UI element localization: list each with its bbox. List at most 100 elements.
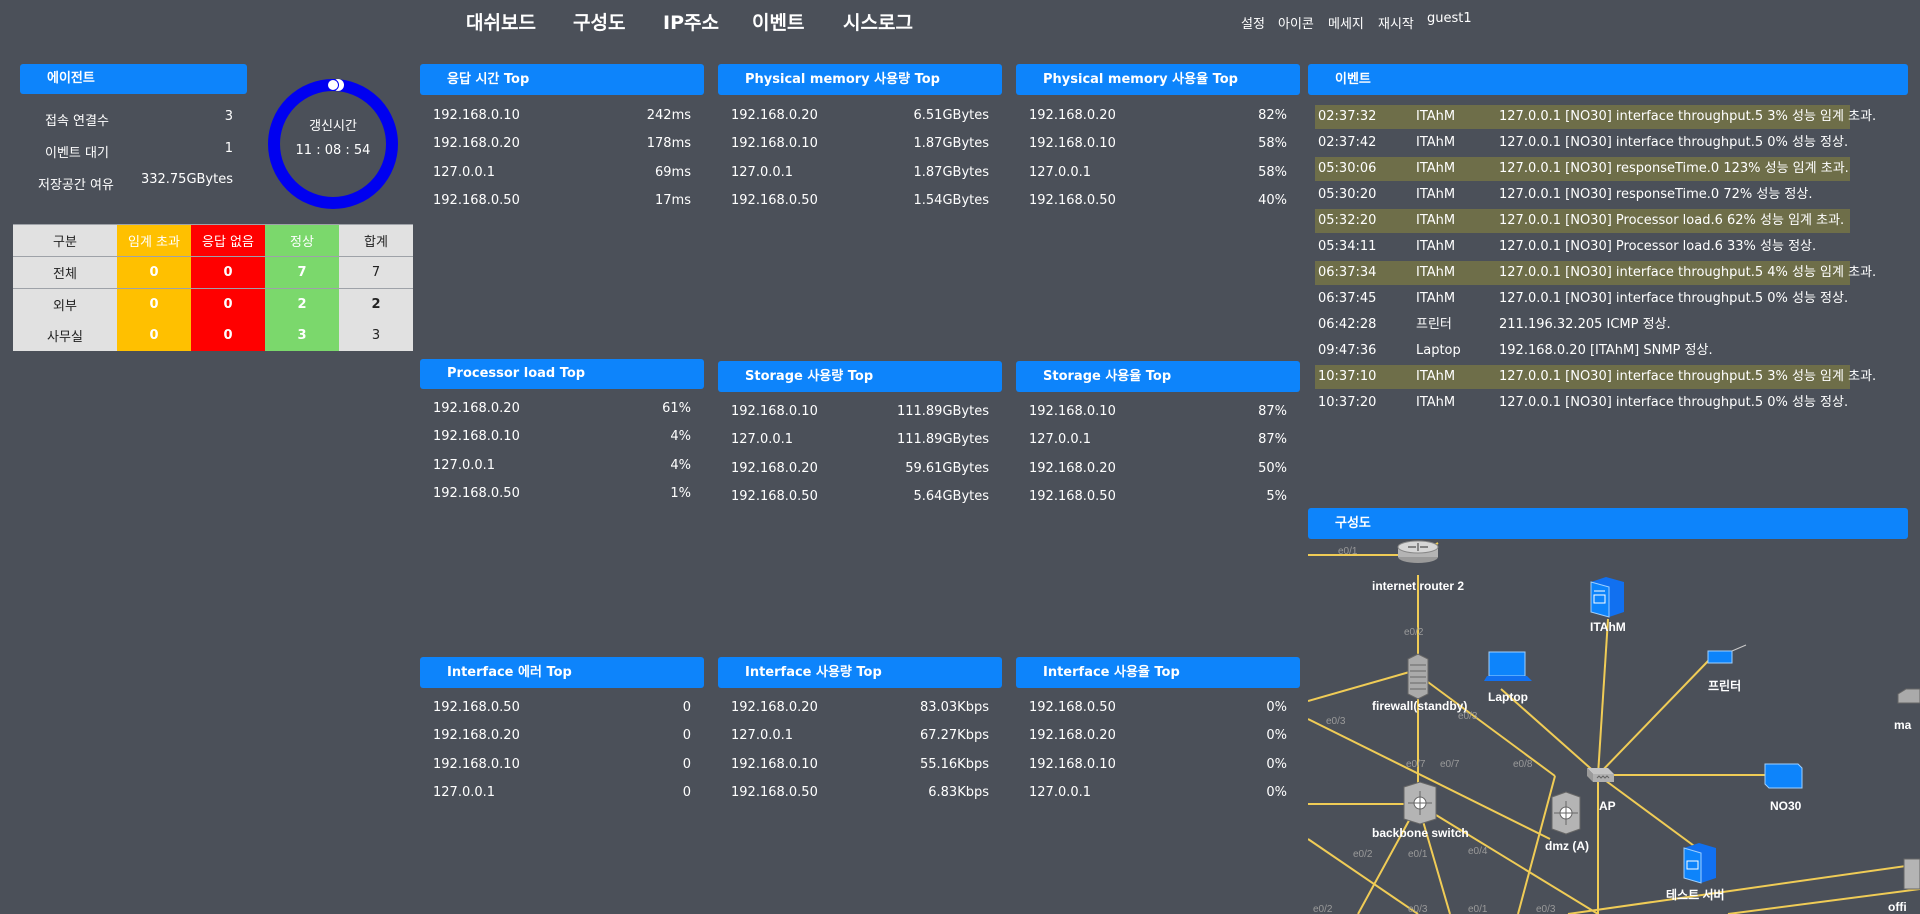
nav-events[interactable]: 이벤트: [752, 8, 804, 35]
list-item[interactable]: 192.168.0.10 58%: [1029, 136, 1287, 156]
list-item[interactable]: 127.0.0.1 4%: [433, 458, 691, 478]
list-item[interactable]: 127.0.0.1 69ms: [433, 165, 691, 185]
list-item[interactable]: 192.168.0.20 0%: [1029, 728, 1287, 748]
event-row[interactable]: 10:37:20 ITAhM 127.0.0.1 [NO30] interface …: [1315, 391, 1850, 415]
list-item[interactable]: 192.168.0.50 6.83Kbps: [731, 785, 989, 805]
nav-topology[interactable]: 구성도: [573, 8, 625, 35]
event-row[interactable]: 05:32:20 ITAhM 127.0.0.1 [NO30] Processor …: [1315, 209, 1850, 233]
switch-icon[interactable]: [1551, 791, 1581, 835]
table-row[interactable]: 사무실 0 0 3 3: [13, 320, 413, 351]
no-response-count[interactable]: 0: [191, 320, 265, 351]
list-item[interactable]: 127.0.0.1 67.27Kbps: [731, 728, 989, 748]
list-item[interactable]: 192.168.0.10 87%: [1029, 404, 1287, 424]
critical-count[interactable]: 0: [117, 256, 191, 289]
access-point-icon[interactable]: [1587, 768, 1614, 782]
event-row[interactable]: 05:30:06 ITAhM 127.0.0.1 [NO30] responseTi…: [1315, 157, 1850, 181]
list-item[interactable]: 192.168.0.20 6.51GBytes: [731, 108, 989, 128]
normal-count[interactable]: 7: [265, 256, 339, 289]
storage-used-header: Storage 사용량 Top: [718, 361, 1002, 392]
list-item[interactable]: 192.168.0.20 50%: [1029, 461, 1287, 481]
list-item[interactable]: 127.0.0.1 0: [433, 785, 691, 805]
event-row[interactable]: 02:37:42 ITAhM 127.0.0.1 [NO30] interface …: [1315, 131, 1850, 155]
list-item[interactable]: 127.0.0.1 111.89GBytes: [731, 432, 989, 452]
list-item[interactable]: 192.168.0.50 40%: [1029, 193, 1287, 213]
metric-value: 0: [682, 757, 691, 772]
list-item[interactable]: 192.168.0.50 17ms: [433, 193, 691, 213]
router-icon[interactable]: [1397, 540, 1439, 563]
event-source: ITAhM: [1416, 369, 1456, 384]
no-response-count[interactable]: 0: [191, 288, 265, 320]
list-item[interactable]: 192.168.0.10 4%: [433, 429, 691, 449]
list-item[interactable]: 127.0.0.1 1.87GBytes: [731, 165, 989, 185]
list-item[interactable]: 127.0.0.1 0%: [1029, 785, 1287, 805]
printer-icon[interactable]: [1707, 644, 1747, 664]
critical-count[interactable]: 0: [117, 320, 191, 351]
nav-ip-address[interactable]: IP주소: [663, 8, 719, 35]
list-item[interactable]: 192.168.0.50 5.64GBytes: [731, 489, 989, 509]
icons-link[interactable]: 아이콘: [1278, 13, 1314, 32]
critical-count[interactable]: 0: [117, 288, 191, 320]
table-row[interactable]: 전체 0 0 7 7: [13, 256, 413, 289]
settings-link[interactable]: 설정: [1241, 13, 1265, 32]
list-item[interactable]: 192.168.0.10 55.16Kbps: [731, 757, 989, 777]
list-item[interactable]: 192.168.0.50 0%: [1029, 700, 1287, 720]
event-row[interactable]: 06:37:45 ITAhM 127.0.0.1 [NO30] interface …: [1315, 287, 1850, 311]
host-ip: 192.168.0.10: [1029, 136, 1116, 151]
normal-count[interactable]: 2: [265, 288, 339, 320]
list-item[interactable]: 192.168.0.50 0: [433, 700, 691, 720]
nav-syslog[interactable]: 시스로그: [843, 8, 913, 35]
event-row[interactable]: 06:37:34 ITAhM 127.0.0.1 [NO30] interface …: [1315, 261, 1876, 285]
list-item[interactable]: 192.168.0.50 1.54GBytes: [731, 193, 989, 213]
list-item[interactable]: 192.168.0.50 5%: [1029, 489, 1287, 509]
table-row[interactable]: 외부 0 0 2 2: [13, 288, 413, 320]
list-item[interactable]: 192.168.0.20 59.61GBytes: [731, 461, 989, 481]
list-item[interactable]: 192.168.0.10 0: [433, 757, 691, 777]
list-item[interactable]: 127.0.0.1 87%: [1029, 432, 1287, 452]
event-row[interactable]: 06:42:28 프린터 211.196.32.205 ICMP 정상.: [1315, 313, 1850, 337]
metric-value: 40%: [1258, 193, 1287, 208]
normal-count[interactable]: 3: [265, 320, 339, 351]
event-row[interactable]: 05:30:20 ITAhM 127.0.0.1 [NO30] responseTi…: [1315, 183, 1850, 207]
event-source: ITAhM: [1416, 395, 1456, 410]
list-item[interactable]: 192.168.0.50 1%: [433, 486, 691, 506]
firewall-icon[interactable]: [1407, 653, 1429, 700]
restart-link[interactable]: 재시작: [1378, 13, 1414, 32]
server-icon[interactable]: [1590, 577, 1624, 618]
list-item[interactable]: 192.168.0.20 83.03Kbps: [731, 700, 989, 720]
event-message: 127.0.0.1 [NO30] interface throughput.5 …: [1499, 369, 1877, 384]
host-ip: 127.0.0.1: [731, 165, 794, 180]
list-item[interactable]: 192.168.0.10 0%: [1029, 757, 1287, 777]
switch-icon[interactable]: [1403, 781, 1437, 825]
user-name[interactable]: guest1: [1427, 11, 1472, 26]
metric-value: 178ms: [646, 136, 691, 151]
metric-value: 0%: [1266, 785, 1287, 800]
event-message: 127.0.0.1 [NO30] interface throughput.5 …: [1499, 265, 1877, 280]
event-row[interactable]: 05:34:11 ITAhM 127.0.0.1 [NO30] Processor …: [1315, 235, 1850, 259]
list-item[interactable]: 192.168.0.10 1.87GBytes: [731, 136, 989, 156]
topology-canvas[interactable]: e0/1 e0/2 e0/3 e0/3 e0/7 e0/7 e0/8 e0/4 …: [1308, 539, 1920, 914]
list-item[interactable]: 192.168.0.10 111.89GBytes: [731, 404, 989, 424]
list-item[interactable]: 192.168.0.10 242ms: [433, 108, 691, 128]
device-icon[interactable]: [1764, 763, 1803, 789]
col-critical: 임계 초과: [117, 224, 191, 257]
switch-icon[interactable]: [1903, 858, 1920, 890]
list-item[interactable]: 192.168.0.20 178ms: [433, 136, 691, 156]
event-row[interactable]: 10:37:10 ITAhM 127.0.0.1 [NO30] interface …: [1315, 365, 1876, 389]
nav-dashboard[interactable]: 대쉬보드: [466, 8, 536, 35]
event-row[interactable]: 09:47:36 Laptop 192.168.0.20 [ITAhM] SNMP …: [1315, 339, 1850, 363]
laptop-icon[interactable]: [1484, 651, 1532, 681]
no-response-count[interactable]: 0: [191, 256, 265, 289]
host-ip: 192.168.0.50: [1029, 193, 1116, 208]
device-icon[interactable]: [1897, 688, 1920, 704]
list-item[interactable]: 192.168.0.20 61%: [433, 401, 691, 421]
panel-title: Storage 사용율 Top: [1043, 369, 1172, 384]
list-item[interactable]: 192.168.0.20 0: [433, 728, 691, 748]
list-item[interactable]: 127.0.0.1 58%: [1029, 165, 1287, 185]
row-name: 외부: [13, 288, 117, 320]
message-link[interactable]: 메세지: [1328, 13, 1364, 32]
metric-value: 6.51GBytes: [913, 108, 990, 123]
event-row[interactable]: 02:37:32 ITAhM 127.0.0.1 [NO30] interface …: [1315, 105, 1876, 129]
list-item[interactable]: 192.168.0.20 82%: [1029, 108, 1287, 128]
storage-free-label: 저장공간 여유: [38, 178, 114, 193]
server-icon[interactable]: [1683, 843, 1716, 884]
